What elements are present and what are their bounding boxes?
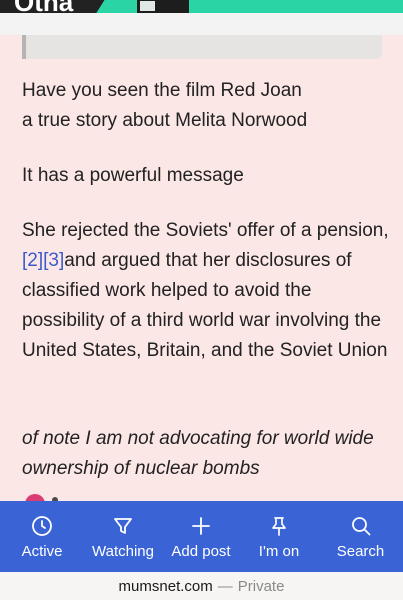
quote-block [22,35,382,59]
nav-search[interactable]: Search [318,501,403,572]
banner-thumbnail-image [140,1,155,11]
banner-thumbnail [137,0,189,13]
search-icon [349,514,373,538]
url-separator: — [217,577,233,595]
post-paragraph-1: Have you seen the film Red Joan a true s… [22,76,397,136]
reference-link-3[interactable]: [3] [43,250,64,271]
nav-active-label: Active [21,543,63,560]
post-paragraph-3: She rejected the Soviets' offer of a pen… [22,216,397,366]
paragraph-3-text-after: and argued that her disclosures of class… [22,250,388,361]
nav-search-label: Search [336,543,385,560]
nav-im-on-label: I'm on [258,543,300,560]
browser-url-bar[interactable]: mumsnet.com — Private [0,572,403,600]
post-paragraph-2: It has a powerful message [22,165,244,186]
plus-icon [189,514,213,538]
reference-link-2[interactable]: [2] [22,250,43,271]
paragraph-3-text-before: She rejected the Soviets' offer of a pen… [22,220,389,241]
nav-im-on[interactable]: I'm on [240,501,318,572]
nav-add-post[interactable]: Add post [162,501,240,572]
post-paragraph-4: of note I am not advocating for world wi… [22,428,374,479]
top-banner: Otha [0,0,403,13]
clock-icon [30,514,54,538]
nav-add-post-label: Add post [171,543,231,560]
funnel-icon [111,514,135,538]
pin-icon [267,514,291,538]
private-mode-label: Private [237,577,285,595]
page-gap [0,13,403,35]
post-paragraph-1-line-1: Have you seen the film Red Joan [22,80,302,101]
nav-watching[interactable]: Watching [84,501,162,572]
bottom-nav: Active Watching Add post I'm on Search [0,501,403,572]
nav-watching-label: Watching [92,543,154,560]
banner-logo-text: Otha [14,0,73,13]
url-domain: mumsnet.com [118,577,213,595]
post-body: Have you seen the film Red Joan a true s… [0,35,403,505]
post-paragraph-1-line-2: a true story about Melita Norwood [22,110,308,131]
nav-active[interactable]: Active [0,501,84,572]
